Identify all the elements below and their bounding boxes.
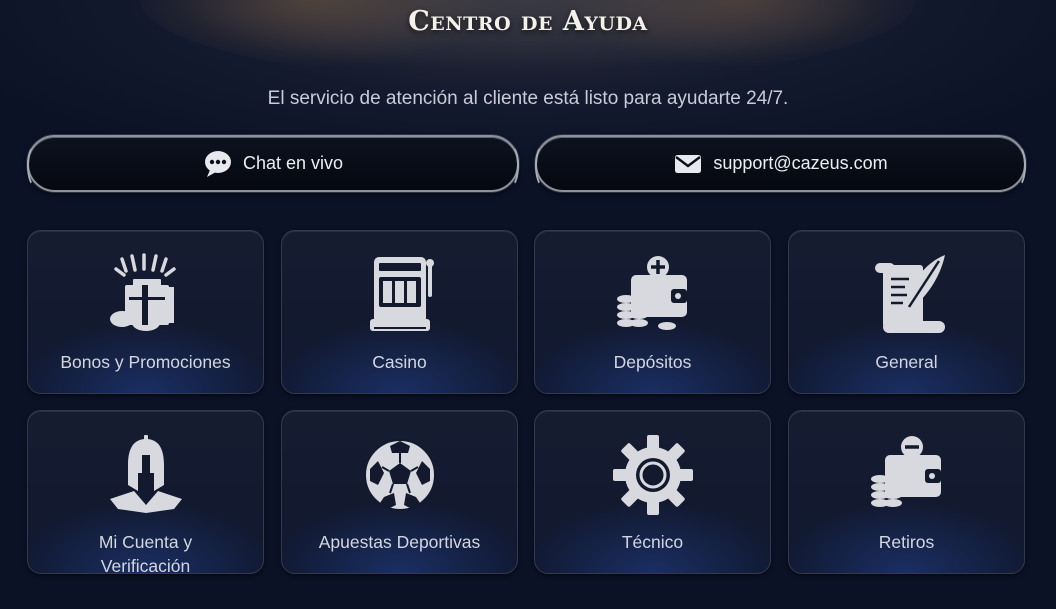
- category-label: Bonos y Promociones: [60, 352, 231, 372]
- soccer-ball-icon: [363, 439, 436, 511]
- category-sports-betting[interactable]: Apuestas Deportivas: [281, 410, 518, 574]
- envelope-icon: [675, 154, 702, 173]
- gear-icon: [612, 435, 693, 515]
- wallet-plus-icon: [616, 256, 687, 330]
- wallet-minus-icon: [870, 436, 941, 507]
- category-casino[interactable]: Casino: [281, 230, 518, 394]
- category-label: General: [875, 352, 938, 372]
- category-technical[interactable]: Técnico: [534, 410, 771, 574]
- category-bonuses[interactable]: Bonos y Promociones: [27, 230, 264, 394]
- category-account[interactable]: Mi Cuenta y Verificación: [27, 410, 264, 576]
- category-label: Mi Cuenta y Verificación: [98, 532, 193, 576]
- category-label: Retiros: [878, 532, 935, 552]
- scroll-quill-icon: [874, 255, 945, 333]
- live-chat-label: Chat en vivo: [242, 153, 344, 173]
- category-deposits[interactable]: Depósitos: [534, 230, 771, 394]
- email-address: support@cazeus.com: [713, 153, 888, 173]
- chat-bubble-icon: [204, 150, 231, 177]
- category-label: Apuestas Deportivas: [318, 532, 481, 552]
- category-general[interactable]: General: [788, 230, 1025, 394]
- page-title: Centro de Ayuda: [408, 6, 648, 37]
- category-withdrawals[interactable]: Retiros: [788, 410, 1025, 574]
- category-label: Casino: [372, 352, 427, 372]
- page-subtitle: El servicio de atención al cliente está …: [267, 88, 789, 109]
- category-label: Técnico: [621, 532, 684, 552]
- email-support-button[interactable]: support@cazeus.com: [535, 135, 1026, 192]
- category-label: Depósitos: [613, 352, 692, 372]
- live-chat-button[interactable]: Chat en vivo: [27, 135, 519, 192]
- help-center-page: Centro de Ayuda El servicio de atención …: [0, 0, 1056, 609]
- spartan-helmet-icon: [109, 435, 182, 513]
- gift-box-icon: [109, 253, 176, 331]
- slot-machine-icon: [369, 257, 434, 331]
